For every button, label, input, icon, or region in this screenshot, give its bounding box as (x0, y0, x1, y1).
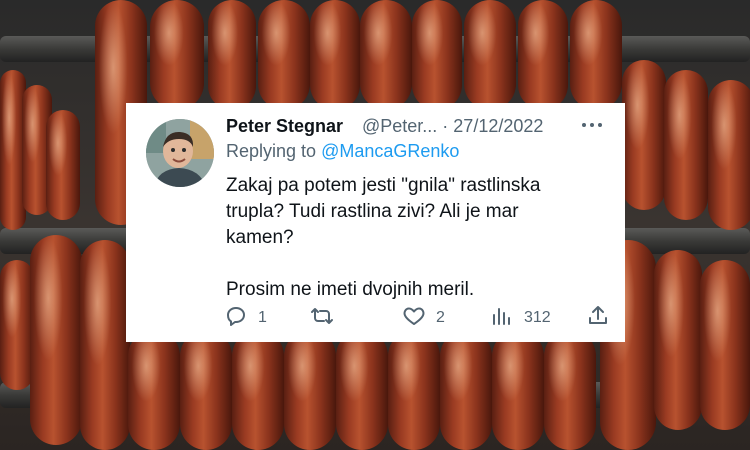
avatar[interactable] (146, 119, 214, 187)
sausage (336, 330, 388, 450)
sausage (310, 0, 360, 110)
sausage (492, 330, 544, 450)
heart-icon (402, 304, 426, 333)
reply-button[interactable]: 1 (224, 303, 267, 333)
sausage (284, 330, 336, 450)
sausage (0, 260, 34, 390)
author-handle-and-date[interactable]: @Peter... · 27/12/2022 (362, 116, 543, 137)
sausage (622, 60, 666, 210)
author-name[interactable]: Peter Stegnar (226, 116, 343, 137)
sausage (440, 330, 492, 450)
views-button[interactable]: 312 (490, 303, 551, 333)
more-dots-icon[interactable] (580, 115, 604, 140)
sausage (180, 330, 232, 450)
analytics-icon (490, 304, 514, 333)
sausage (654, 250, 702, 430)
sausage (208, 0, 256, 110)
sausage (150, 0, 204, 110)
sausage (360, 0, 412, 110)
sausage (412, 0, 462, 110)
share-icon (586, 304, 610, 333)
sausage (518, 0, 568, 110)
views-count: 312 (524, 309, 551, 326)
sausage (570, 0, 622, 110)
sausage (464, 0, 516, 110)
tweet-actions: 1 2 312 (224, 303, 614, 333)
sausage (80, 240, 130, 450)
like-count: 2 (436, 309, 445, 326)
share-button[interactable] (586, 303, 610, 333)
retweet-button[interactable] (310, 303, 344, 333)
sausage (128, 330, 180, 450)
retweet-icon (310, 304, 334, 333)
sausage (388, 330, 440, 450)
sausage (232, 330, 284, 450)
like-button[interactable]: 2 (402, 303, 445, 333)
tweet-card: Peter Stegnar @Peter... · 27/12/2022 Rep… (126, 103, 625, 342)
replying-to-mention[interactable]: @MancaGRenko (321, 141, 459, 161)
sausage (708, 80, 750, 230)
sausage (700, 260, 750, 430)
sausage (30, 235, 82, 445)
sausage (46, 110, 80, 220)
replying-to-label: Replying to (226, 141, 322, 161)
reply-icon (224, 304, 248, 333)
sausage (544, 330, 596, 450)
reply-count: 1 (258, 309, 267, 326)
sausage (258, 0, 310, 110)
avatar-photo (146, 119, 214, 187)
tweet-text: Zakaj pa potem jesti "gnila" rastlinska … (226, 175, 541, 300)
replying-to: Replying to @MancaGRenko (226, 141, 459, 162)
sausage (664, 70, 708, 220)
